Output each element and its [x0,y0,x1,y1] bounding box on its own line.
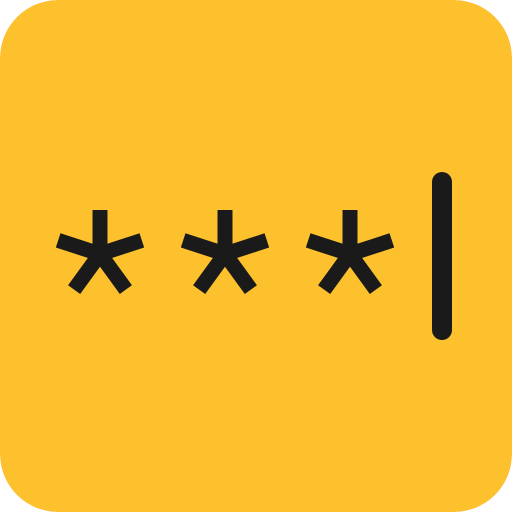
password-field-icon [0,0,512,512]
app-icon [0,0,512,512]
